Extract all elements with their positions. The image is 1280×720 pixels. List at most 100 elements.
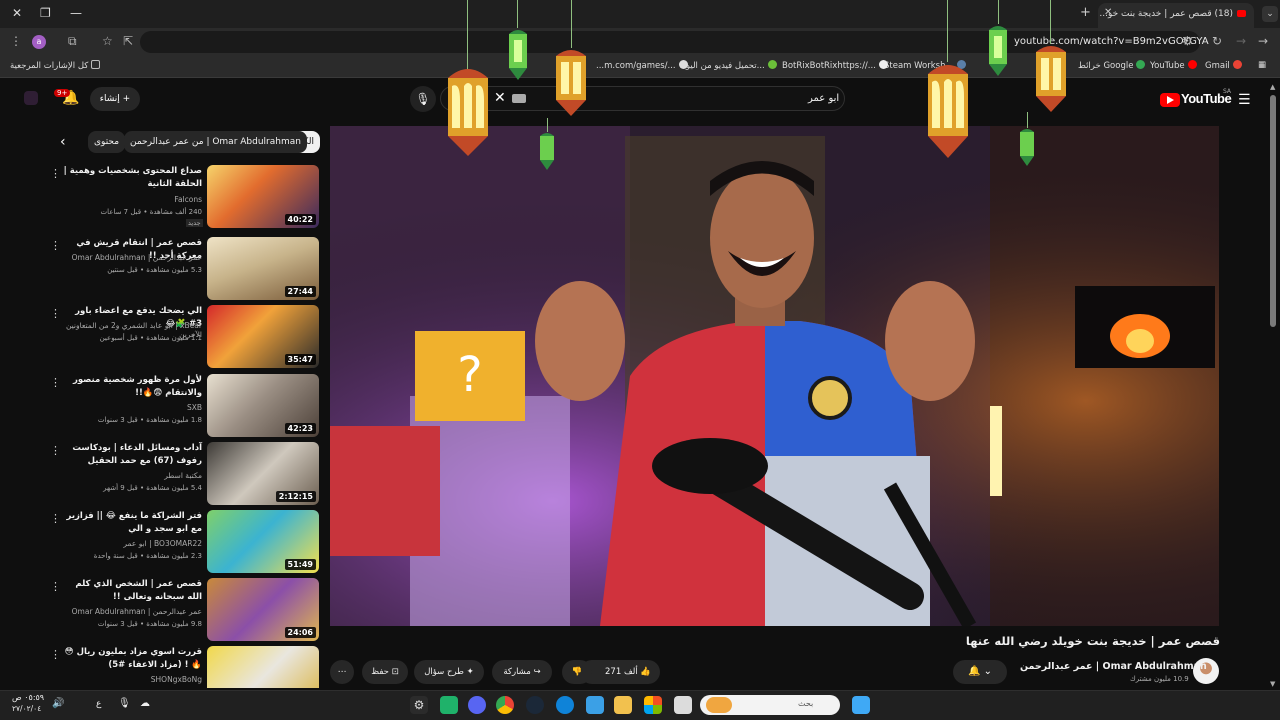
clear-search-icon[interactable]: ✕ (494, 90, 506, 106)
dislike-button[interactable]: 👎 (562, 660, 592, 684)
close-tab-icon[interactable]: ✕ (1104, 7, 1112, 18)
file-explorer-icon[interactable] (614, 696, 632, 714)
subscription-bell-button[interactable]: 🔔 ⌄ (953, 660, 1007, 684)
recommendation-item[interactable]: 27:44 قصص عمر | انتقام قريش في معركة أحد… (50, 237, 320, 301)
more-actions-icon[interactable]: ⋮ (50, 580, 61, 593)
store-icon[interactable] (644, 696, 662, 714)
start-windows-icon[interactable] (852, 696, 870, 714)
youtube-logo-icon[interactable] (1160, 93, 1180, 107)
window-icon[interactable] (674, 696, 692, 714)
video-thumbnail[interactable]: 42:23 (207, 374, 319, 437)
video-thumbnail[interactable]: 2:12:15 (207, 442, 319, 505)
new-tab-button[interactable]: + (1080, 5, 1091, 20)
reload-icon[interactable]: ↻ (1212, 34, 1222, 48)
page-scrollbar[interactable] (1270, 95, 1276, 327)
channel-name[interactable]: مكتبة اسطر (62, 471, 202, 480)
create-button[interactable]: إنشاء + (90, 87, 140, 111)
clock-time[interactable]: ٠٥:٥٩ ص (12, 693, 44, 702)
bookmark-youtube[interactable]: YouTube (1150, 60, 1197, 71)
ask-button[interactable]: طرح سؤال ✦ (414, 660, 484, 684)
scroll-down-arrow-icon[interactable]: ▼ (1270, 680, 1275, 688)
cloud-tray-icon[interactable]: ☁ (140, 698, 158, 716)
keyboard-icon[interactable] (512, 94, 526, 103)
apps-grid-icon[interactable]: ▦ (1258, 60, 1266, 70)
profile-avatar[interactable]: a (32, 35, 46, 49)
video-thumbnail[interactable]: 51:49 (207, 510, 319, 573)
chip-from-channel[interactable]: من عمر عبدالرحمن | Omar Abdulrahman (124, 131, 307, 153)
voice-search-button[interactable]: 🎙 (410, 86, 436, 112)
video-title[interactable]: فتر الشراكة ما ينفع 😂 || فزازير مع ابو س… (62, 510, 202, 536)
recommendation-item[interactable]: 2:12:15 آداب ومسائل الدعاء | بودكاست رفو… (50, 442, 320, 506)
more-actions-icon[interactable]: ⋮ (50, 512, 61, 525)
scroll-up-arrow-icon[interactable]: ▲ (1270, 83, 1275, 91)
like-button[interactable]: 271 ألف 👍 (596, 660, 660, 684)
channel-name-main[interactable]: عمر عبدالرحمن | Omar Abdulrahman (1020, 661, 1207, 672)
channel-name[interactable]: SXB (62, 403, 202, 412)
bookmark-maps[interactable]: خرائط Google (1078, 60, 1146, 71)
share-button[interactable]: مشاركة ↪ (492, 660, 552, 684)
video-player[interactable]: ? (330, 126, 1219, 626)
recommendation-item[interactable]: 24:06 قصص عمر | الشخص الذي كلم الله سبحا… (50, 578, 320, 642)
forward-icon[interactable]: → (1236, 34, 1246, 48)
hamburger-menu-icon[interactable]: ☰ (1238, 92, 1251, 108)
video-thumbnail[interactable]: 40:22 (207, 165, 319, 228)
video-thumbnail[interactable]: 27:44 (207, 237, 319, 300)
minimize-window-icon[interactable]: — (70, 6, 82, 20)
chip-related[interactable]: محتوى (88, 131, 126, 153)
chrome-icon[interactable] (496, 696, 514, 714)
video-thumbnail[interactable]: 35:47 (207, 305, 319, 368)
recommendation-item[interactable]: 51:49 فتر الشراكة ما ينفع 😂 || فزازير مع… (50, 510, 320, 574)
restore-window-icon[interactable]: ❐ (40, 6, 51, 20)
active-tab[interactable]: (18) قصص عمر | خديجة بنت خو... (1098, 3, 1254, 28)
video-title[interactable]: قررت اسوي مزاد بمليون ريال 😳🔥 ! (مزاد ال… (62, 646, 202, 672)
channel-name[interactable]: عمر عبدالرحمن | Omar Abdulrahman (62, 607, 202, 616)
recommendation-item[interactable]: 35:47 الي يضحك يدفع مع اعضاء باور 3# 🧩😂 … (50, 305, 320, 369)
channel-name[interactable]: SHONgxBoNg (62, 675, 202, 684)
more-actions-icon[interactable]: ⋮ (50, 307, 61, 320)
more-actions-icon[interactable]: ⋮ (50, 444, 61, 457)
bookmark-games[interactable]: ...m.com/games/... (596, 60, 688, 71)
video-title[interactable]: آداب ومسائل الدعاء | بودكاست رفوف (67) م… (62, 442, 202, 468)
channel-name[interactable]: Falcons (62, 195, 202, 204)
volume-icon[interactable]: 🔊 (52, 698, 70, 716)
bookmark-video-download[interactable]: تحميل فيديو من اليو... (686, 60, 777, 71)
input-language[interactable]: ع (96, 699, 114, 717)
extensions-icon[interactable]: ⧉ (68, 34, 77, 49)
more-actions-icon[interactable]: ⋮ (50, 376, 61, 389)
tab-search-chevron-icon[interactable]: ⌄ (1262, 6, 1278, 22)
channel-name[interactable]: عمر عبدالرحمن | Omar Abdulrahman (62, 253, 202, 262)
site-settings-icon[interactable]: ⚙ (1182, 34, 1193, 48)
more-actions-button[interactable]: ⋯ (330, 660, 354, 684)
bookmark-botrix[interactable]: BotRixBotRixhttps://... (782, 60, 888, 71)
bookmark-all[interactable]: كل الإشارات المرجعية (10, 60, 101, 71)
more-menu-icon[interactable]: ⋮ (10, 34, 22, 48)
steam-taskbar-icon[interactable] (526, 696, 544, 714)
video-title[interactable]: صداع المحتوى بشخصيات وهمية | الحلقة الثا… (62, 165, 202, 191)
back-icon[interactable]: → (1258, 34, 1268, 48)
edge-icon[interactable] (556, 696, 574, 714)
recommendation-item[interactable]: 40:22 صداع المحتوى بشخصيات وهمية | الحلق… (50, 165, 320, 229)
clock-date[interactable]: ٢٧/٠٢/٠٤ (12, 704, 41, 713)
settings-icon[interactable]: ⚙ (410, 696, 428, 714)
app-green-icon[interactable] (440, 696, 458, 714)
video-thumbnail[interactable]: 24:06 (207, 578, 319, 641)
discord-icon[interactable] (468, 696, 486, 714)
video-thumbnail[interactable] (207, 646, 319, 688)
share-page-icon[interactable]: ⇱ (123, 34, 133, 48)
recommendation-item[interactable]: 42:23 لأول مرة ظهور شخصية منصور والانتقا… (50, 374, 320, 438)
video-title[interactable]: لأول مرة ظهور شخصية منصور والانتقام 😨🔥!! (62, 374, 202, 400)
more-actions-icon[interactable]: ⋮ (50, 648, 61, 661)
chips-prev-chevron-icon[interactable]: ‹ (60, 134, 66, 150)
more-actions-icon[interactable]: ⋮ (50, 239, 61, 252)
bookmark-gmail[interactable]: Gmail (1205, 60, 1242, 71)
file-icon[interactable] (586, 696, 604, 714)
recommendation-item[interactable]: قررت اسوي مزاد بمليون ريال 😳🔥 ! (مزاد ال… (50, 646, 320, 688)
microphone-tray-icon[interactable]: 🎙 (118, 698, 136, 716)
video-title[interactable]: قصص عمر | الشخص الذي كلم الله سبحانه وتع… (62, 578, 202, 604)
more-actions-icon[interactable]: ⋮ (50, 167, 61, 180)
save-button[interactable]: حفظ ⊡ (362, 660, 408, 684)
account-avatar[interactable] (24, 91, 38, 105)
channel-name[interactable]: BO3OMAR22 | ابو عمر (62, 539, 202, 548)
bookmark-star-icon[interactable]: ☆ (102, 34, 113, 48)
close-window-icon[interactable]: ✕ (12, 6, 22, 20)
